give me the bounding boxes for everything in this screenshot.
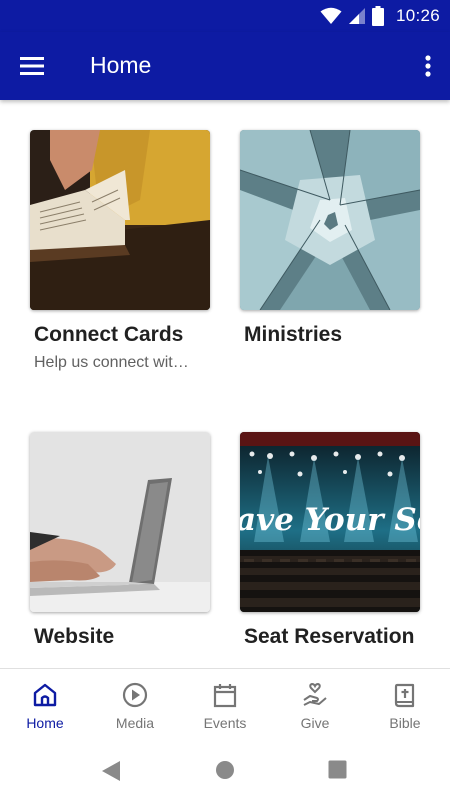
- laptop-typing-photo: [30, 432, 210, 612]
- cell-signal-icon: [348, 8, 365, 24]
- nav-label: Bible: [389, 715, 421, 731]
- image-overlay-text: ave Your Seat: [240, 502, 420, 538]
- card-title: Seat Reservation: [244, 625, 415, 648]
- back-icon[interactable]: [100, 760, 122, 782]
- status-icons: 10:26: [320, 4, 440, 28]
- nav-label: Media: [115, 715, 155, 731]
- card-ministries[interactable]: Ministries: [240, 130, 430, 390]
- calendar-icon: [213, 684, 237, 708]
- system-navigation-bar: [0, 742, 450, 800]
- home-circle-icon[interactable]: [215, 760, 235, 780]
- more-vert-icon: [425, 55, 431, 77]
- home-screen: 10:26 Home Connect Cards Help us connect…: [0, 0, 450, 800]
- app-bar: Home: [0, 32, 450, 100]
- nav-item-events[interactable]: Events: [180, 669, 270, 742]
- status-bar: 10:26: [0, 0, 450, 32]
- nav-item-bible[interactable]: Bible: [360, 669, 450, 742]
- card-website[interactable]: Website: [30, 432, 220, 668]
- card-subtitle: Help us connect wit…: [34, 354, 189, 371]
- nav-label: Give: [300, 715, 330, 731]
- bible-book-icon: [394, 683, 415, 708]
- card-title: Connect Cards: [34, 323, 184, 346]
- overflow-menu-button[interactable]: [420, 50, 436, 82]
- card-seat-reservation[interactable]: ave Your Seat Seat: [240, 432, 430, 668]
- hamburger-menu-icon: [20, 57, 44, 75]
- play-circle-icon: [122, 682, 148, 708]
- nav-item-home[interactable]: Home: [0, 669, 90, 742]
- nav-label: Events: [203, 715, 247, 731]
- page-title: Home: [90, 52, 152, 78]
- recents-square-icon[interactable]: [328, 760, 347, 779]
- give-hand-heart-icon: [303, 682, 327, 706]
- battery-icon: [371, 6, 384, 26]
- card-grid: Connect Cards Help us connect wit… Minis…: [0, 100, 450, 668]
- bottom-navigation: Home Media Events Give Bible: [0, 668, 450, 742]
- open-bible-photo: [30, 130, 210, 310]
- theater-seats-photo: ave Your Seat: [240, 432, 420, 612]
- nav-item-give[interactable]: Give: [270, 669, 360, 742]
- nav-item-media[interactable]: Media: [90, 669, 180, 742]
- nav-label: Home: [26, 715, 64, 731]
- card-title: Website: [34, 625, 115, 648]
- home-icon: [33, 683, 57, 707]
- card-connect-cards[interactable]: Connect Cards Help us connect wit…: [30, 130, 220, 390]
- status-time: 10:26: [395, 6, 440, 25]
- succulent-plant-photo: [240, 130, 420, 310]
- card-title: Ministries: [244, 323, 343, 346]
- menu-button[interactable]: [20, 52, 50, 80]
- wifi-icon: [320, 7, 342, 24]
